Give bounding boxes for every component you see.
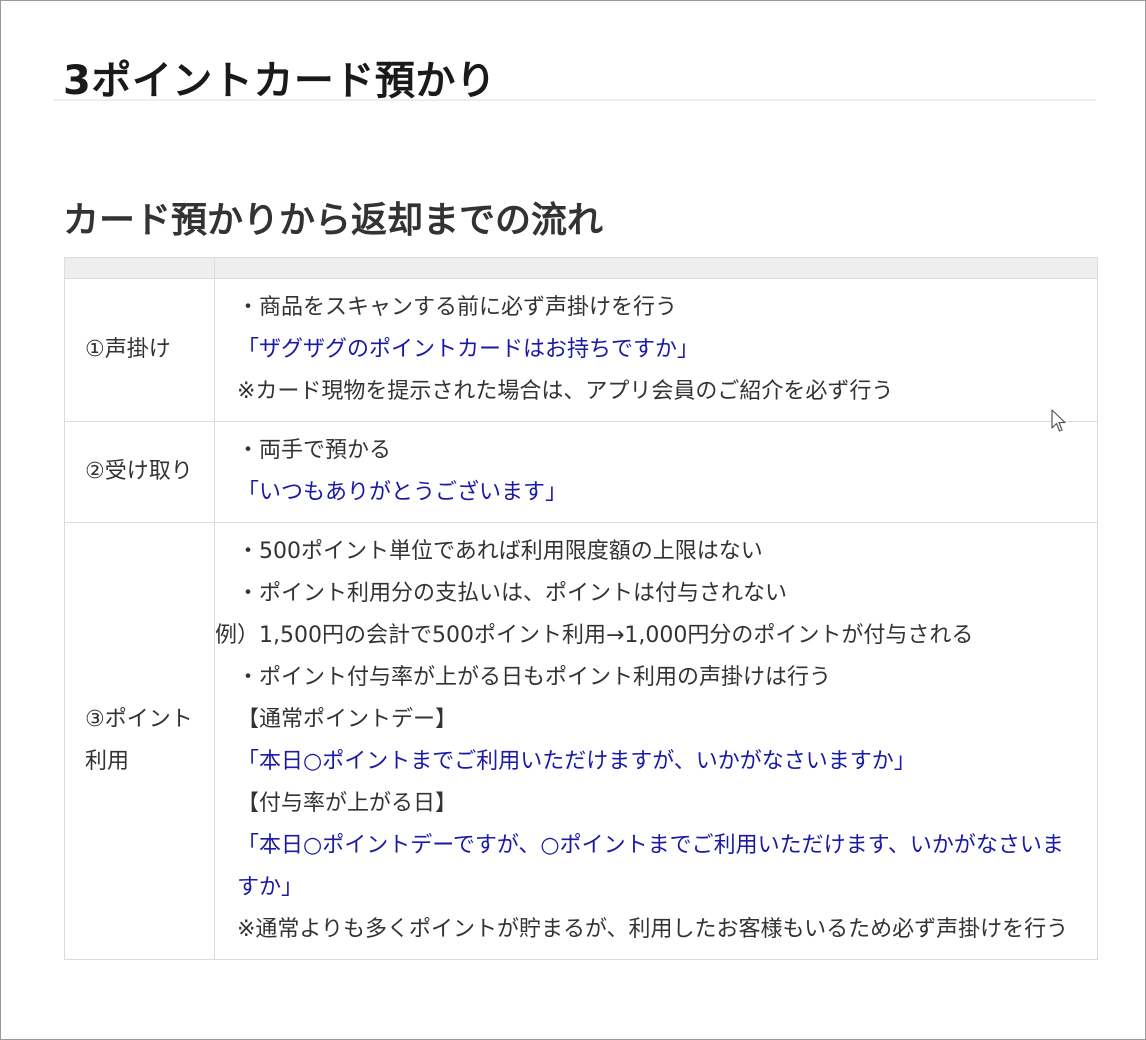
step-body-greeting: ・商品をスキャンする前に必ず声掛けを行う 「ザグザグのポイントカードはお持ちです… xyxy=(214,278,1098,422)
step-line-example: 例）1,500円の会計で500ポイント利用→1,000円分のポイントが付与される xyxy=(215,623,974,648)
step-line-speech: 「ザグザグのポイントカードはお持ちですか」 xyxy=(237,337,700,362)
step-line-note: ※通常よりも多くポイントが貯まるが、利用したお客様もいるため必ず声掛けを行う xyxy=(237,917,1069,942)
step-line: ・両手で預かる xyxy=(237,438,392,463)
step-line: ・ポイント付与率が上がる日もポイント利用の声掛けは行う xyxy=(237,665,832,690)
table-row: ①声掛け ・商品をスキャンする前に必ず声掛けを行う 「ザグザグのポイントカードは… xyxy=(64,278,1098,422)
step-line: ・商品をスキャンする前に必ず声掛けを行う xyxy=(237,295,678,320)
step-body-receive: ・両手で預かる 「いつもありがとうございます」 xyxy=(214,421,1098,523)
table-header-row xyxy=(64,257,1098,279)
page-title: 3ポイントカード預かり xyxy=(63,57,497,104)
step-label-receive: ②受け取り xyxy=(64,421,215,523)
flow-table: ①声掛け ・商品をスキャンする前に必ず声掛けを行う 「ザグザグのポイントカードは… xyxy=(64,257,1098,960)
step-line: ※カード現物を提示された場合は、アプリ会員のご紹介を必ず行う xyxy=(237,379,894,404)
step-line-bracket-heading: 【通常ポイントデー】 xyxy=(237,707,458,732)
step-line-speech: 「いつもありがとうございます」 xyxy=(237,480,568,505)
document-frame: 3ポイントカード預かり カード預かりから返却までの流れ ①声掛け ・商品をスキャ… xyxy=(0,0,1146,1040)
step-line: ・ポイント利用分の支払いは、ポイントは付与されない xyxy=(237,581,788,606)
step-line: ・500ポイント単位であれば利用限度額の上限はない xyxy=(237,539,763,564)
step-label-greeting: ①声掛け xyxy=(64,278,215,422)
step-line-speech: 「本日○ポイントデーですが、○ポイントまでご利用いただけます、いかがなさいますか… xyxy=(237,833,1064,900)
table-header-cell-detail xyxy=(214,257,1098,279)
step-line-speech: 「本日○ポイントまでご利用いただけますが、いかがなさいますか」 xyxy=(237,749,916,774)
section-heading: カード預かりから返却までの流れ xyxy=(63,199,604,241)
table-row: ②受け取り ・両手で預かる 「いつもありがとうございます」 xyxy=(64,421,1098,523)
step-body-point-use: ・500ポイント単位であれば利用限度額の上限はない ・ポイント利用分の支払いは、… xyxy=(214,522,1098,960)
step-label-point-use: ③ポイント利用 xyxy=(64,522,215,960)
table-row: ③ポイント利用 ・500ポイント単位であれば利用限度額の上限はない ・ポイント利… xyxy=(64,522,1098,960)
mouse-pointer-icon xyxy=(1051,409,1066,432)
step-line-bracket-heading: 【付与率が上がる日】 xyxy=(237,791,458,816)
title-divider xyxy=(53,99,1096,101)
table-header-cell-step xyxy=(64,257,215,279)
